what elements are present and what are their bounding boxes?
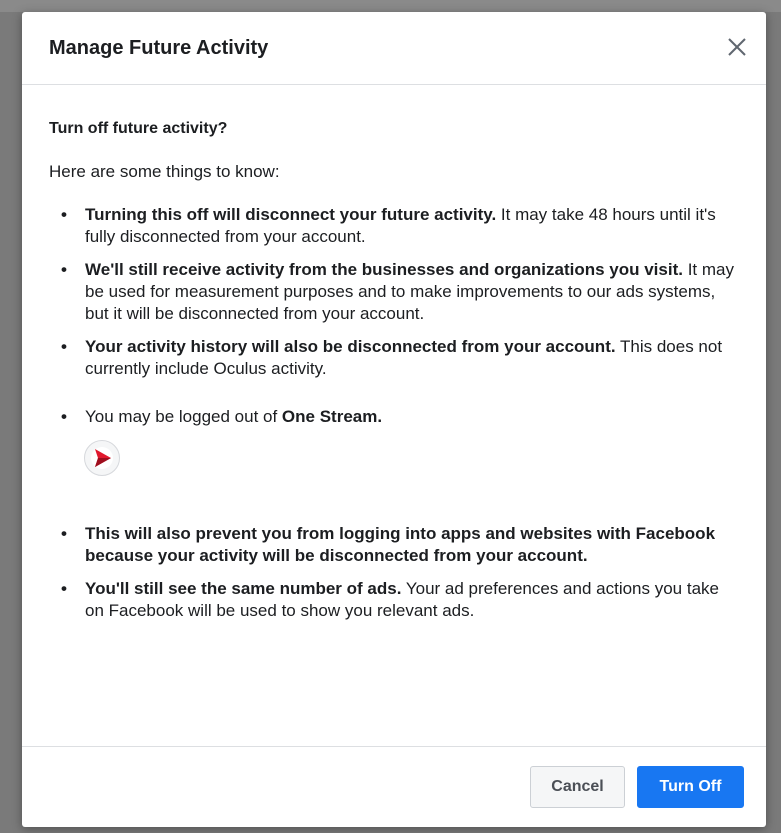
cancel-button[interactable]: Cancel (530, 766, 625, 808)
page-backdrop (0, 0, 781, 12)
item-bold-text: This will also prevent you from logging … (85, 524, 716, 565)
list-item: You may be logged out of One Stream. (59, 406, 739, 476)
item-bold-text: You'll still see the same number of ads. (85, 579, 402, 598)
info-list: Turning this off will disconnect your fu… (59, 204, 739, 622)
list-item: Turning this off will disconnect your fu… (59, 204, 739, 248)
item-bold-text: Turning this off will disconnect your fu… (85, 205, 497, 224)
list-item: You'll still see the same number of ads.… (59, 578, 739, 622)
onestream-app-icon (84, 440, 120, 476)
dialog-title: Manage Future Activity (49, 37, 269, 59)
list-item: We'll still receive activity from the bu… (59, 259, 739, 325)
dialog-subtitle: Turn off future activity? (49, 120, 228, 137)
item-bold-text: We'll still receive activity from the bu… (85, 260, 683, 279)
turn-off-button[interactable]: Turn Off (637, 766, 744, 808)
dialog-header: Manage Future Activity (22, 12, 766, 85)
list-item: Your activity history will also be disco… (59, 336, 739, 380)
close-button[interactable] (726, 36, 748, 58)
close-icon (728, 38, 746, 56)
item-text: You may be logged out of (85, 407, 282, 426)
intro-text: Here are some things to know: (49, 162, 280, 181)
item-bold-text: Your activity history will also be disco… (85, 337, 616, 356)
list-item: This will also prevent you from logging … (59, 523, 739, 567)
dialog-footer: Cancel Turn Off (22, 746, 766, 827)
onestream-app-name: One Stream. (281, 407, 383, 426)
manage-future-activity-dialog: Manage Future Activity Turn off future a… (22, 12, 766, 827)
